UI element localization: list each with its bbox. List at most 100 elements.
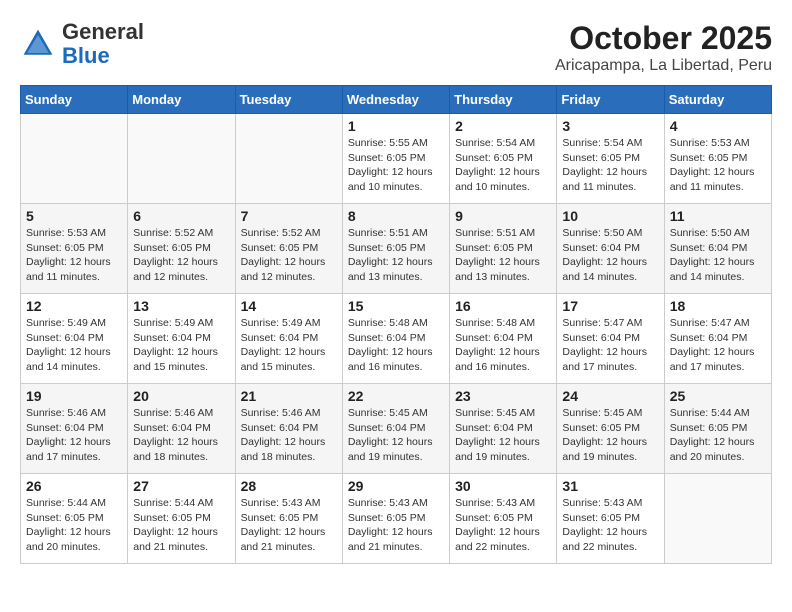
logo: General Blue <box>20 20 144 68</box>
day-number: 18 <box>670 298 766 314</box>
calendar-cell <box>21 114 128 204</box>
calendar-cell: 5 Sunrise: 5:53 AM Sunset: 6:05 PM Daylig… <box>21 204 128 294</box>
calendar-cell: 20 Sunrise: 5:46 AM Sunset: 6:04 PM Dayli… <box>128 384 235 474</box>
day-number: 26 <box>26 478 122 494</box>
calendar-cell: 30 Sunrise: 5:43 AM Sunset: 6:05 PM Dayli… <box>450 474 557 564</box>
day-number: 5 <box>26 208 122 224</box>
day-number: 27 <box>133 478 229 494</box>
calendar-cell: 11Sunrise: 5:50 AM Sunset: 6:04 PM Dayli… <box>664 204 771 294</box>
day-info: Sunrise: 5:49 AM Sunset: 6:04 PM Dayligh… <box>133 316 229 375</box>
calendar-table: SundayMondayTuesdayWednesdayThursdayFrid… <box>20 85 772 564</box>
day-info: Sunrise: 5:46 AM Sunset: 6:04 PM Dayligh… <box>133 406 229 465</box>
day-number: 20 <box>133 388 229 404</box>
day-info: Sunrise: 5:44 AM Sunset: 6:05 PM Dayligh… <box>26 496 122 555</box>
calendar-cell: 4 Sunrise: 5:53 AM Sunset: 6:05 PM Daylig… <box>664 114 771 204</box>
calendar-cell: 8Sunrise: 5:51 AM Sunset: 6:05 PM Daylig… <box>342 204 449 294</box>
logo-text: General Blue <box>62 20 144 68</box>
day-info: Sunrise: 5:43 AM Sunset: 6:05 PM Dayligh… <box>241 496 337 555</box>
day-info: Sunrise: 5:48 AM Sunset: 6:04 PM Dayligh… <box>455 316 551 375</box>
calendar-cell: 19 Sunrise: 5:46 AM Sunset: 6:04 PM Dayli… <box>21 384 128 474</box>
day-info: Sunrise: 5:54 AM Sunset: 6:05 PM Dayligh… <box>562 136 658 195</box>
calendar-cell: 3 Sunrise: 5:54 AM Sunset: 6:05 PM Daylig… <box>557 114 664 204</box>
calendar-cell: 24Sunrise: 5:45 AM Sunset: 6:05 PM Dayli… <box>557 384 664 474</box>
calendar-cell <box>128 114 235 204</box>
day-info: Sunrise: 5:51 AM Sunset: 6:05 PM Dayligh… <box>455 226 551 285</box>
month-title: October 2025 <box>555 20 772 57</box>
day-info: Sunrise: 5:46 AM Sunset: 6:04 PM Dayligh… <box>26 406 122 465</box>
day-info: Sunrise: 5:49 AM Sunset: 6:04 PM Dayligh… <box>241 316 337 375</box>
calendar-cell <box>664 474 771 564</box>
weekday-header: Sunday <box>21 86 128 114</box>
day-number: 12 <box>26 298 122 314</box>
calendar-cell: 22 Sunrise: 5:45 AM Sunset: 6:04 PM Dayli… <box>342 384 449 474</box>
day-info: Sunrise: 5:54 AM Sunset: 6:05 PM Dayligh… <box>455 136 551 195</box>
day-number: 25 <box>670 388 766 404</box>
day-number: 3 <box>562 118 658 134</box>
day-info: Sunrise: 5:55 AM Sunset: 6:05 PM Dayligh… <box>348 136 444 195</box>
day-info: Sunrise: 5:53 AM Sunset: 6:05 PM Dayligh… <box>670 136 766 195</box>
calendar-week-row: 19 Sunrise: 5:46 AM Sunset: 6:04 PM Dayli… <box>21 384 772 474</box>
weekday-header: Monday <box>128 86 235 114</box>
title-block: October 2025 Aricapampa, La Libertad, Pe… <box>555 20 772 75</box>
day-number: 17 <box>562 298 658 314</box>
day-info: Sunrise: 5:52 AM Sunset: 6:05 PM Dayligh… <box>241 226 337 285</box>
calendar-cell: 25 Sunrise: 5:44 AM Sunset: 6:05 PM Dayli… <box>664 384 771 474</box>
day-info: Sunrise: 5:48 AM Sunset: 6:04 PM Dayligh… <box>348 316 444 375</box>
location-title: Aricapampa, La Libertad, Peru <box>555 57 772 75</box>
day-number: 6 <box>133 208 229 224</box>
day-number: 1 <box>348 118 444 134</box>
day-number: 4 <box>670 118 766 134</box>
day-number: 28 <box>241 478 337 494</box>
calendar-cell: 31 Sunrise: 5:43 AM Sunset: 6:05 PM Dayli… <box>557 474 664 564</box>
day-info: Sunrise: 5:51 AM Sunset: 6:05 PM Dayligh… <box>348 226 444 285</box>
day-number: 23 <box>455 388 551 404</box>
calendar-cell <box>235 114 342 204</box>
day-info: Sunrise: 5:46 AM Sunset: 6:04 PM Dayligh… <box>241 406 337 465</box>
calendar-week-row: 5 Sunrise: 5:53 AM Sunset: 6:05 PM Daylig… <box>21 204 772 294</box>
day-info: Sunrise: 5:43 AM Sunset: 6:05 PM Dayligh… <box>562 496 658 555</box>
day-info: Sunrise: 5:52 AM Sunset: 6:05 PM Dayligh… <box>133 226 229 285</box>
calendar-cell: 6 Sunrise: 5:52 AM Sunset: 6:05 PM Daylig… <box>128 204 235 294</box>
weekday-header: Tuesday <box>235 86 342 114</box>
day-number: 9 <box>455 208 551 224</box>
day-info: Sunrise: 5:45 AM Sunset: 6:04 PM Dayligh… <box>348 406 444 465</box>
day-info: Sunrise: 5:44 AM Sunset: 6:05 PM Dayligh… <box>133 496 229 555</box>
weekday-header: Thursday <box>450 86 557 114</box>
day-number: 30 <box>455 478 551 494</box>
calendar-cell: 23Sunrise: 5:45 AM Sunset: 6:04 PM Dayli… <box>450 384 557 474</box>
day-info: Sunrise: 5:45 AM Sunset: 6:05 PM Dayligh… <box>562 406 658 465</box>
day-number: 11 <box>670 208 766 224</box>
day-number: 29 <box>348 478 444 494</box>
day-info: Sunrise: 5:53 AM Sunset: 6:05 PM Dayligh… <box>26 226 122 285</box>
calendar-cell: 16Sunrise: 5:48 AM Sunset: 6:04 PM Dayli… <box>450 294 557 384</box>
calendar-cell: 7Sunrise: 5:52 AM Sunset: 6:05 PM Daylig… <box>235 204 342 294</box>
calendar-cell: 14 Sunrise: 5:49 AM Sunset: 6:04 PM Dayli… <box>235 294 342 384</box>
day-number: 2 <box>455 118 551 134</box>
day-info: Sunrise: 5:47 AM Sunset: 6:04 PM Dayligh… <box>670 316 766 375</box>
day-number: 21 <box>241 388 337 404</box>
day-number: 10 <box>562 208 658 224</box>
calendar-cell: 27 Sunrise: 5:44 AM Sunset: 6:05 PM Dayli… <box>128 474 235 564</box>
day-number: 31 <box>562 478 658 494</box>
calendar-cell: 29 Sunrise: 5:43 AM Sunset: 6:05 PM Dayli… <box>342 474 449 564</box>
calendar-week-row: 12 Sunrise: 5:49 AM Sunset: 6:04 PM Dayli… <box>21 294 772 384</box>
day-number: 22 <box>348 388 444 404</box>
day-number: 13 <box>133 298 229 314</box>
calendar-cell: 21 Sunrise: 5:46 AM Sunset: 6:04 PM Dayli… <box>235 384 342 474</box>
calendar-cell: 9 Sunrise: 5:51 AM Sunset: 6:05 PM Daylig… <box>450 204 557 294</box>
weekday-header-row: SundayMondayTuesdayWednesdayThursdayFrid… <box>21 86 772 114</box>
page-header: General Blue October 2025 Aricapampa, La… <box>20 20 772 75</box>
calendar-week-row: 26 Sunrise: 5:44 AM Sunset: 6:05 PM Dayli… <box>21 474 772 564</box>
calendar-cell: 1 Sunrise: 5:55 AM Sunset: 6:05 PM Daylig… <box>342 114 449 204</box>
day-number: 14 <box>241 298 337 314</box>
day-info: Sunrise: 5:44 AM Sunset: 6:05 PM Dayligh… <box>670 406 766 465</box>
day-info: Sunrise: 5:50 AM Sunset: 6:04 PM Dayligh… <box>562 226 658 285</box>
day-number: 19 <box>26 388 122 404</box>
day-info: Sunrise: 5:43 AM Sunset: 6:05 PM Dayligh… <box>455 496 551 555</box>
calendar-cell: 28 Sunrise: 5:43 AM Sunset: 6:05 PM Dayli… <box>235 474 342 564</box>
calendar-cell: 18 Sunrise: 5:47 AM Sunset: 6:04 PM Dayli… <box>664 294 771 384</box>
calendar-week-row: 1 Sunrise: 5:55 AM Sunset: 6:05 PM Daylig… <box>21 114 772 204</box>
calendar-cell: 26 Sunrise: 5:44 AM Sunset: 6:05 PM Dayli… <box>21 474 128 564</box>
day-info: Sunrise: 5:43 AM Sunset: 6:05 PM Dayligh… <box>348 496 444 555</box>
calendar-cell: 2 Sunrise: 5:54 AM Sunset: 6:05 PM Daylig… <box>450 114 557 204</box>
